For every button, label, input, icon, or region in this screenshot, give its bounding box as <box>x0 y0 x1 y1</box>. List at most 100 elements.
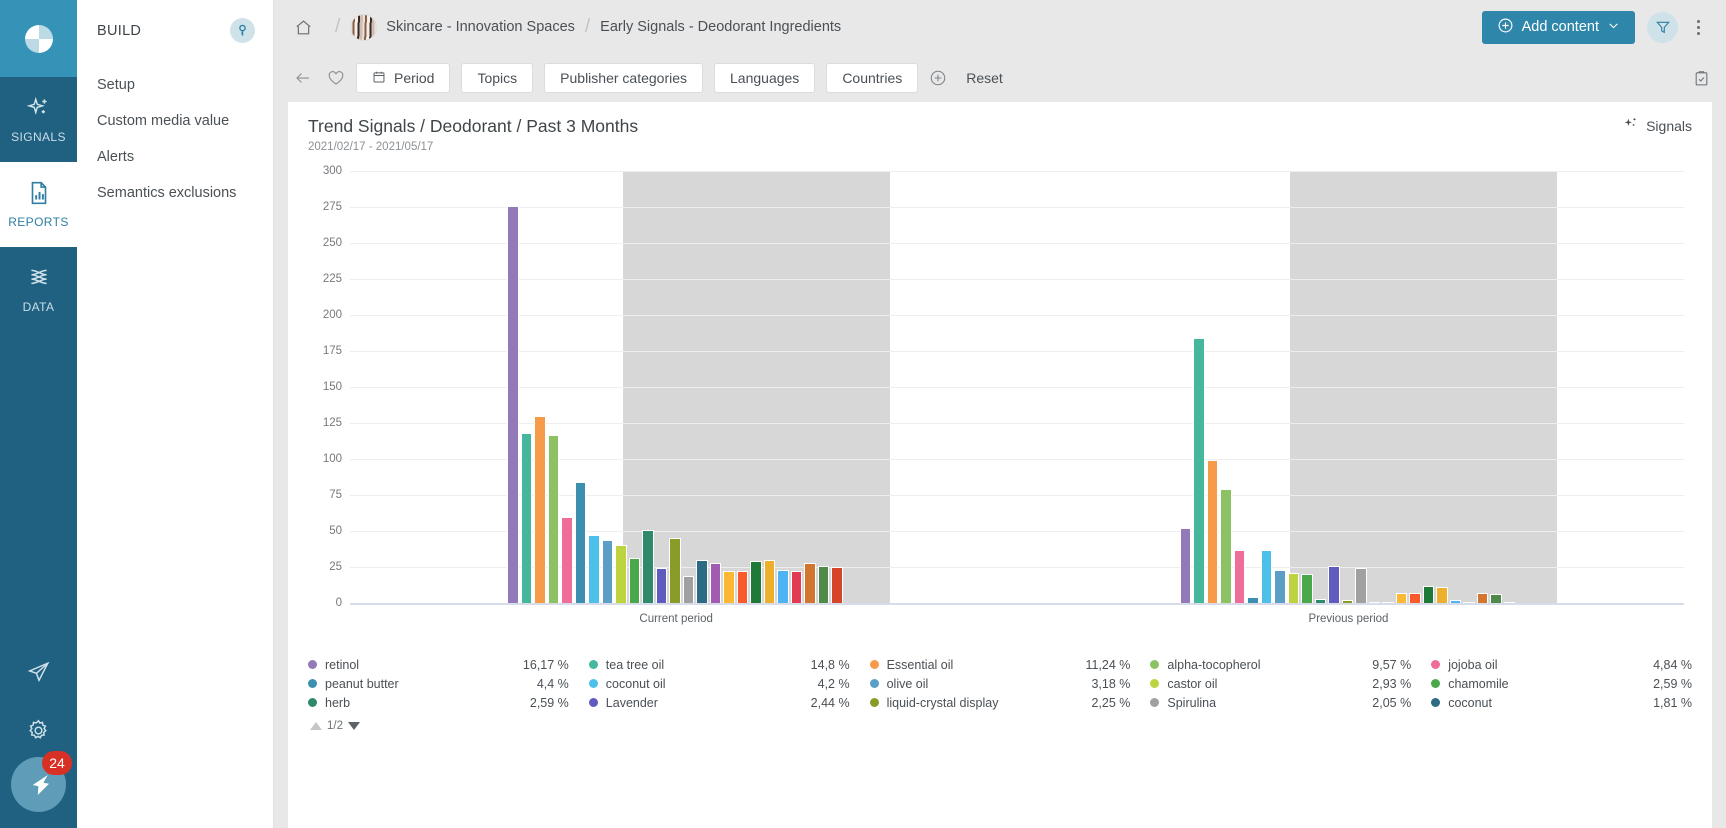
legend-item[interactable]: Essential oil 11,24 % <box>869 655 1130 674</box>
bar-current-21[interactable] <box>790 571 803 603</box>
bar-current-11[interactable] <box>655 568 668 603</box>
legend-item[interactable]: chamomile 2,59 % <box>1431 674 1692 693</box>
bar-previous-8[interactable] <box>1287 572 1300 603</box>
filter-chip-publisher-categories[interactable]: Publisher categories <box>544 63 704 93</box>
bar-current-18[interactable] <box>750 561 762 603</box>
legend-item[interactable]: Spirulina 2,05 % <box>1150 693 1411 712</box>
bar-current-8[interactable] <box>615 545 627 603</box>
triangle-down-icon[interactable] <box>348 722 360 730</box>
legend-item[interactable]: peanut butter 4,4 % <box>308 674 569 693</box>
filter-chip-period[interactable]: Period <box>356 63 451 93</box>
legend-item[interactable]: coconut oil 4,2 % <box>588 674 850 693</box>
heart-icon[interactable] <box>327 69 345 87</box>
legend-item[interactable]: castor oil 2,93 % <box>1150 674 1411 693</box>
bar-current-17[interactable] <box>736 571 749 603</box>
bar-previous-17[interactable] <box>1409 592 1421 603</box>
breadcrumb-workspace[interactable]: Skincare - Innovation Spaces <box>386 19 575 35</box>
legend-item[interactable]: Lavender 2,44 % <box>588 693 850 712</box>
bar-previous-3[interactable] <box>1220 489 1232 603</box>
bar-current-14[interactable] <box>696 559 708 603</box>
bar-previous-5[interactable] <box>1247 597 1259 603</box>
app-logo-icon[interactable] <box>0 0 77 77</box>
legend-item[interactable]: jojoba oil 4,84 % <box>1431 655 1692 674</box>
filter-chip-languages[interactable]: Languages <box>714 63 816 93</box>
bar-previous-23[interactable] <box>1490 594 1502 603</box>
bar-current-2[interactable] <box>534 415 546 603</box>
bar-previous-21[interactable] <box>1463 601 1475 603</box>
legend-item[interactable]: herb 2,59 % <box>308 693 569 712</box>
calendar-icon <box>372 70 386 87</box>
home-icon[interactable] <box>294 18 325 37</box>
bar-current-16[interactable] <box>723 571 735 603</box>
rail-item-data[interactable]: DATA <box>0 247 77 332</box>
bar-current-0[interactable] <box>507 205 519 603</box>
bar-previous-9[interactable] <box>1301 574 1313 603</box>
bar-previous-2[interactable] <box>1206 460 1219 603</box>
bar-current-1[interactable] <box>520 433 533 603</box>
legend-item[interactable]: coconut 1,81 % <box>1431 693 1692 712</box>
bar-current-6[interactable] <box>588 535 600 603</box>
sidebar-item-custom-media-value[interactable]: Custom media value <box>77 103 273 139</box>
gear-icon[interactable] <box>26 718 51 748</box>
legend-item[interactable]: alpha-tocopherol 9,57 % <box>1150 655 1411 674</box>
help-key-icon[interactable] <box>230 18 255 43</box>
kebab-menu-icon[interactable] <box>1686 12 1710 43</box>
bar-previous-15[interactable] <box>1382 601 1394 603</box>
bar-current-19[interactable] <box>763 559 776 603</box>
bar-current-10[interactable] <box>642 529 654 603</box>
sidebar-item-setup[interactable]: Setup <box>77 67 273 103</box>
bar-current-23[interactable] <box>817 565 830 603</box>
bar-previous-16[interactable] <box>1395 592 1408 603</box>
support-chat-fab[interactable]: 24 <box>11 751 72 812</box>
legend-item[interactable]: retinol 16,17 % <box>308 655 569 674</box>
send-paper-plane-icon[interactable] <box>26 660 51 690</box>
filter-chip-topics[interactable]: Topics <box>461 63 534 93</box>
bar-previous-7[interactable] <box>1274 569 1286 603</box>
bar-previous-22[interactable] <box>1476 592 1489 603</box>
bar-previous-0[interactable] <box>1179 528 1192 603</box>
bar-current-3[interactable] <box>547 434 560 603</box>
bar-previous-10[interactable] <box>1314 598 1327 603</box>
bar-current-4[interactable] <box>561 516 573 603</box>
bar-current-13[interactable] <box>682 575 695 603</box>
clipboard-check-icon[interactable] <box>1693 70 1710 87</box>
legend-value: 2,59 % <box>1653 676 1692 691</box>
bar-previous-6[interactable] <box>1260 549 1273 603</box>
add-content-button[interactable]: Add content <box>1481 10 1635 44</box>
bar-current-20[interactable] <box>777 569 789 603</box>
bar-previous-13[interactable] <box>1355 568 1367 603</box>
filter-chip-countries[interactable]: Countries <box>826 63 919 93</box>
bar-previous-12[interactable] <box>1341 600 1354 603</box>
bar-previous-18[interactable] <box>1422 585 1435 603</box>
legend-item[interactable]: olive oil 3,18 % <box>869 674 1130 693</box>
plus-circle-outline-icon[interactable] <box>929 69 947 87</box>
bar-current-5[interactable] <box>574 482 587 603</box>
sidebar-item-alerts[interactable]: Alerts <box>77 139 273 175</box>
arrow-left-icon[interactable] <box>294 69 312 87</box>
legend-pager: 1/2 <box>308 712 1692 732</box>
bar-previous-14[interactable] <box>1368 601 1381 603</box>
legend-grid: retinol 16,17 % tea tree oil 14,8 % Essentia… <box>308 655 1692 712</box>
bar-previous-11[interactable] <box>1328 565 1340 603</box>
reset-button[interactable]: Reset <box>958 63 1011 93</box>
rail-item-reports[interactable]: REPORTS <box>0 162 77 247</box>
bar-current-24[interactable] <box>831 567 843 603</box>
triangle-up-icon[interactable] <box>310 722 322 730</box>
rail-item-signals[interactable]: SIGNALS <box>0 77 77 162</box>
bar-current-22[interactable] <box>804 562 816 603</box>
bar-previous-19[interactable] <box>1436 587 1448 603</box>
bar-current-15[interactable] <box>709 562 722 603</box>
bar-previous-24[interactable] <box>1503 601 1516 603</box>
sidebar-item-semantics-exclusions[interactable]: Semantics exclusions <box>77 175 273 211</box>
bar-current-12[interactable] <box>669 538 681 603</box>
signals-button[interactable]: Signals <box>1623 116 1692 135</box>
funnel-icon[interactable] <box>1647 11 1678 43</box>
bar-previous-1[interactable] <box>1193 338 1205 603</box>
bar-previous-4[interactable] <box>1233 549 1246 603</box>
legend-item[interactable]: liquid-crystal display 2,25 % <box>869 693 1130 712</box>
bar-current-9[interactable] <box>628 558 641 603</box>
bar-previous-20[interactable] <box>1449 600 1462 603</box>
legend-item[interactable]: tea tree oil 14,8 % <box>588 655 850 674</box>
sparkles-icon <box>26 95 52 124</box>
bar-current-7[interactable] <box>601 539 614 603</box>
